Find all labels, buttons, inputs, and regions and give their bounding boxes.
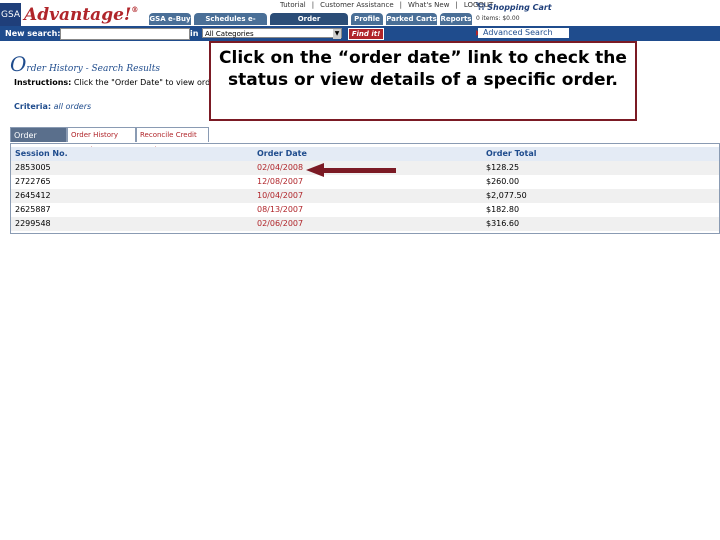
page-title-rest: rder History - Search Results: [26, 64, 160, 74]
tab-order-history-status[interactable]: Order History/Status: [270, 13, 348, 35]
instructions: Instructions: Click the "Order Date" to …: [14, 78, 218, 87]
header-session-no: Session No.: [15, 149, 68, 158]
tab-reports[interactable]: Reports: [440, 13, 472, 25]
criteria-value: all orders: [53, 102, 92, 111]
instructions-label: Instructions:: [14, 78, 72, 87]
order-total: $128.25: [486, 163, 520, 172]
order-date-link[interactable]: 08/13/2007: [257, 203, 303, 217]
tab-parked-carts[interactable]: Parked Carts: [386, 13, 437, 25]
order-total: $260.00: [486, 177, 520, 186]
table-row: 2299548 02/06/2007 $316.60: [11, 217, 719, 231]
search-input[interactable]: [60, 28, 190, 40]
tab-order-results[interactable]: Order Results: [10, 127, 67, 155]
category-value: All Categories: [205, 30, 254, 38]
whats-new-link[interactable]: What's New: [408, 1, 449, 9]
instructions-text: Click the "Order Date" to view order: [71, 78, 219, 87]
chevron-down-icon[interactable]: ▼: [333, 29, 341, 39]
header-order-total: Order Total: [486, 149, 537, 158]
order-date-link[interactable]: 10/04/2007: [257, 189, 303, 203]
in-label: in: [190, 29, 199, 38]
order-results-table: Session No. Order Date Order Total 28530…: [10, 143, 720, 234]
cart-title[interactable]: Shopping Cart: [487, 3, 551, 12]
session-no: 2625887: [15, 205, 51, 214]
instruction-callout: Click on the “order date” link to check …: [209, 41, 637, 121]
page-title-initial: O: [10, 52, 27, 76]
customer-assistance-link[interactable]: Customer Assistance: [320, 1, 394, 9]
tab-order-history-search[interactable]: Order History Search: [67, 127, 136, 154]
table-row: 2722765 12/08/2007 $260.00: [11, 175, 719, 189]
session-no: 2299548: [15, 219, 51, 228]
order-date-link[interactable]: 02/06/2007: [257, 217, 303, 231]
find-it-button[interactable]: Find it!: [348, 28, 384, 40]
logo-name: Advantage!: [24, 5, 132, 25]
criteria-label: Criteria:: [14, 102, 52, 111]
shopping-cart-icon: [476, 2, 487, 12]
tutorial-link[interactable]: Tutorial: [280, 1, 306, 9]
header-order-date: Order Date: [257, 149, 307, 158]
arrow-shaft: [322, 168, 396, 173]
session-no: 2853005: [15, 163, 51, 172]
logo-registered-mark: ®: [131, 5, 139, 14]
criteria: Criteria: all orders: [14, 102, 91, 111]
category-select[interactable]: All Categories ▼: [202, 28, 342, 39]
table-row: 2625887 08/13/2007 $182.80: [11, 203, 719, 217]
advanced-search-link[interactable]: Advanced Search: [478, 28, 569, 38]
session-no: 2645412: [15, 191, 51, 200]
tab-schedules-elibrary[interactable]: Schedules e-Library: [194, 13, 267, 35]
order-date-link[interactable]: 02/04/2008: [257, 161, 303, 175]
order-date-link[interactable]: 12/08/2007: [257, 175, 303, 189]
tab-gsa-ebuy[interactable]: GSA e-Buy: [149, 13, 191, 25]
order-total: $2,077.50: [486, 191, 527, 200]
tab-profile[interactable]: Profile: [351, 13, 383, 25]
order-total: $316.60: [486, 219, 520, 228]
order-total: $182.80: [486, 205, 520, 214]
new-search-label: New search:: [5, 29, 61, 38]
top-links: Tutorial | Customer Assistance | What's New |…: [280, 1, 494, 9]
shopping-cart[interactable]: Shopping Cart: [476, 2, 552, 12]
cart-summary: 0 items: $0.00: [476, 15, 520, 22]
session-no: 2722765: [15, 177, 51, 186]
tab-reconcile-credit-card[interactable]: Reconcile Credit Card: [136, 127, 209, 154]
table-header: Session No. Order Date Order Total: [11, 147, 719, 161]
advantage-logo[interactable]: Advantage!®: [24, 5, 138, 25]
table-row: 2645412 10/04/2007 $2,077.50: [11, 189, 719, 203]
page-title: Order History - Search Results: [10, 52, 160, 76]
gsa-logo-mark[interactable]: GSA: [0, 3, 21, 28]
